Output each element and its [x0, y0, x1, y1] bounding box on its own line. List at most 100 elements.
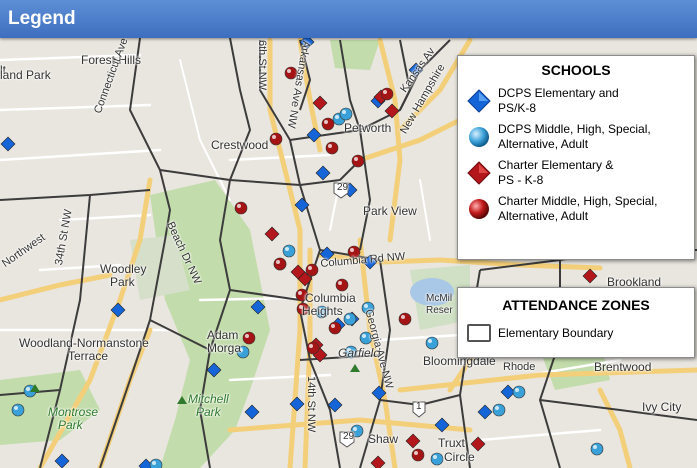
label-6th-st: 6th St NW	[256, 40, 268, 91]
red-diamond-icon	[466, 160, 492, 186]
charter-secondary-marker-highlight	[309, 344, 313, 348]
dcps-secondary-marker[interactable]	[492, 403, 506, 417]
dcps-secondary-marker[interactable]	[512, 385, 526, 399]
charter-secondary-marker-highlight	[308, 266, 312, 270]
charter-secondary-marker[interactable]	[398, 312, 412, 326]
legend-row-dcps-elementary: DCPS Elementary and PS/K-8	[466, 86, 688, 116]
red-circle-icon	[466, 196, 492, 222]
dcps-secondary-marker-highlight	[285, 247, 289, 251]
dcps-secondary-marker[interactable]	[590, 442, 604, 456]
charter-secondary-marker-highlight	[401, 315, 405, 319]
dcps-secondary-marker-highlight	[26, 387, 30, 391]
label-land-park: land Park	[0, 68, 51, 82]
charter-secondary-marker-highlight	[328, 144, 332, 148]
label-woodley: Woodley	[100, 262, 147, 276]
label-14th: 14th St NW	[305, 376, 317, 433]
charter-secondary-marker[interactable]	[242, 331, 256, 345]
charter-secondary-marker-highlight	[237, 204, 241, 208]
dcps-secondary-marker[interactable]	[430, 452, 444, 466]
dcps-secondary-marker-highlight	[346, 315, 350, 319]
dcps-secondary-marker[interactable]	[149, 458, 163, 468]
legend-header: Legend	[0, 0, 697, 38]
label-park-view: Park View	[363, 204, 417, 218]
charter-secondary-marker[interactable]	[305, 263, 319, 277]
charter-secondary-marker-highlight	[276, 260, 280, 264]
charter-secondary-marker-highlight	[272, 135, 276, 139]
charter-secondary-marker[interactable]	[351, 154, 365, 168]
dcps-secondary-marker-highlight	[495, 406, 499, 410]
charter-secondary-marker[interactable]	[335, 278, 349, 292]
dcps-secondary-marker[interactable]	[282, 244, 296, 258]
label-montrose: Montrose	[48, 405, 99, 419]
label-morgan: Morga	[207, 341, 242, 355]
dcps-secondary-marker[interactable]	[343, 312, 357, 326]
label-woodland: Woodland-Normanstone	[19, 336, 149, 350]
charter-secondary-marker-highlight	[331, 324, 335, 328]
charter-secondary-marker[interactable]	[325, 141, 339, 155]
label-terrace: Terrace	[68, 349, 109, 363]
legend-dcps-elementary-line1: DCPS Elementary and	[498, 86, 619, 100]
charter-secondary-marker-highlight	[338, 281, 342, 285]
boundary-box-icon	[466, 320, 492, 346]
charter-secondary-marker-highlight	[245, 334, 249, 338]
dcps-secondary-marker[interactable]	[425, 336, 439, 350]
legend-row-charter-elementary: Charter Elementary & PS - K-8	[466, 158, 688, 188]
zones-legend-title: ATTENDANCE ZONES	[502, 297, 650, 313]
label-crestwood: Crestwood	[211, 138, 269, 152]
zones-legend-panel: ATTENDANCE ZONES Elementary Boundary	[457, 287, 695, 358]
legend-elementary-boundary-label: Elementary Boundary	[498, 325, 614, 340]
legend-row-dcps-secondary: DCPS Middle, High, Special, Alternative, …	[466, 122, 688, 152]
label-petworth: Petworth	[344, 121, 392, 135]
label-route-29: 29	[337, 182, 349, 193]
legend-charter-secondary-line2: Alternative, Adult	[498, 209, 589, 223]
label-route-29-south: 29	[343, 431, 355, 442]
dcps-secondary-marker-highlight	[335, 115, 339, 119]
legend-charter-elementary-line1: Charter Elementary &	[498, 158, 614, 172]
charter-secondary-marker-highlight	[414, 451, 418, 455]
legend-dcps-secondary-line1: DCPS Middle, High, Special,	[498, 122, 651, 136]
charter-secondary-marker-highlight	[298, 291, 302, 295]
legend-row-charter-secondary: Charter Middle, High, Special, Alternativ…	[466, 194, 688, 224]
label-brentwood: Brentwood	[594, 360, 652, 374]
charter-secondary-marker-highlight	[287, 69, 291, 73]
label-montrose-park: Park	[58, 418, 83, 432]
dcps-secondary-marker-highlight	[364, 304, 368, 308]
charter-secondary-marker[interactable]	[380, 87, 394, 101]
dcps-secondary-marker-highlight	[515, 388, 519, 392]
charter-secondary-marker[interactable]	[234, 201, 248, 215]
schools-legend-title: SCHOOLS	[541, 62, 611, 78]
charter-secondary-marker-highlight	[324, 120, 328, 124]
label-reservoir: Reser	[426, 305, 453, 316]
label-shaw: Shaw	[368, 432, 399, 446]
label-mcmillan: McMil	[426, 293, 453, 304]
dcps-secondary-marker[interactable]	[339, 107, 353, 121]
dcps-secondary-marker-highlight	[342, 110, 346, 114]
label-truxton: Truxt	[438, 436, 465, 450]
dcps-secondary-marker-highlight	[362, 334, 366, 338]
dcps-secondary-marker[interactable]	[11, 403, 25, 417]
legend-charter-secondary-line1: Charter Middle, High, Special,	[498, 194, 658, 208]
charter-secondary-marker[interactable]	[328, 321, 342, 335]
charter-secondary-marker[interactable]	[273, 257, 287, 271]
dcps-secondary-marker-highlight	[14, 406, 18, 410]
label-columbia: Columbia	[305, 291, 356, 305]
label-ivy-city: Ivy City	[642, 400, 682, 414]
blue-circle-icon	[466, 124, 492, 150]
blue-diamond-icon	[466, 88, 492, 114]
label-route-1: 1	[416, 401, 422, 412]
dcps-secondary-marker-highlight	[593, 445, 597, 449]
charter-secondary-marker-highlight	[354, 157, 358, 161]
legend-dcps-secondary-line2: Alternative, Adult	[498, 137, 589, 151]
charter-secondary-marker[interactable]	[411, 448, 425, 462]
label-heights: Heights	[302, 304, 343, 318]
dcps-secondary-marker-highlight	[152, 461, 156, 465]
charter-secondary-marker[interactable]	[321, 117, 335, 131]
label-woodley-park: Park	[110, 275, 135, 289]
charter-secondary-marker[interactable]	[306, 341, 320, 355]
schools-legend-panel: SCHOOLS DCPS Elementary and PS/K-8 DCPS M…	[457, 55, 695, 260]
charter-secondary-marker-highlight	[383, 90, 387, 94]
charter-secondary-marker[interactable]	[269, 132, 283, 146]
charter-secondary-marker-highlight	[350, 248, 354, 252]
label-mitchell-park: Park	[196, 405, 221, 419]
label-truxton-circle: Circle	[444, 450, 475, 464]
